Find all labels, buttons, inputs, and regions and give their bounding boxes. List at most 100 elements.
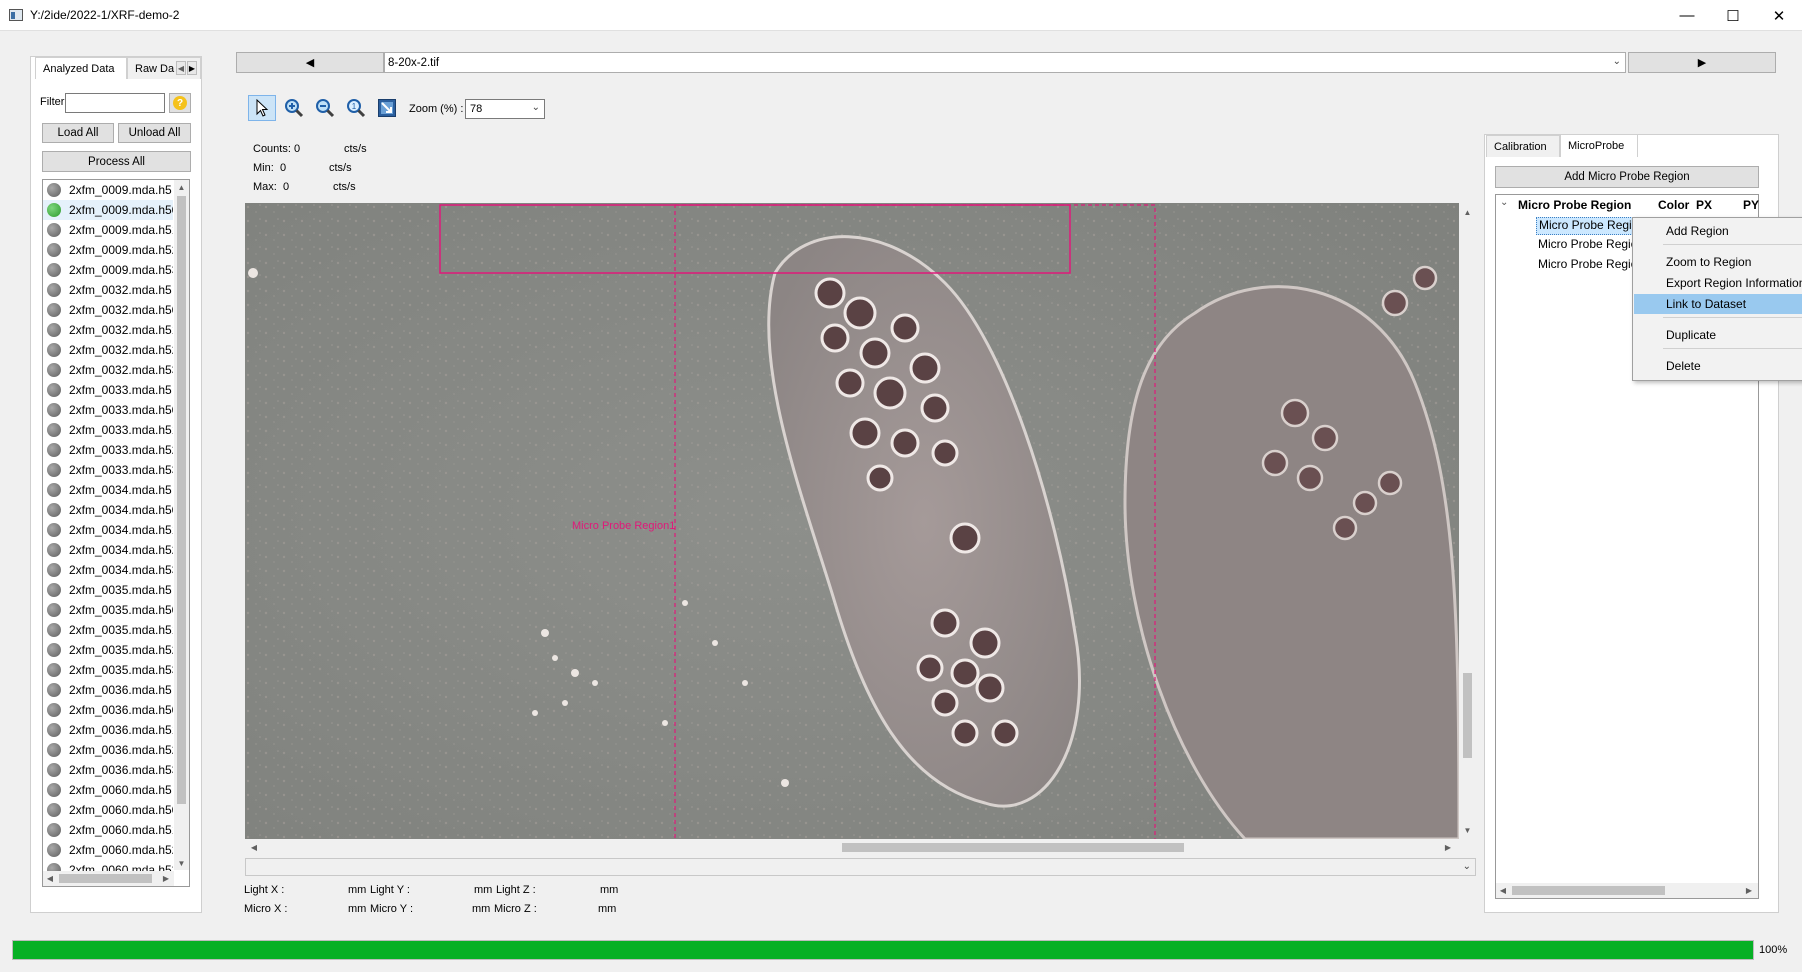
chevron-down-icon[interactable]: ⌄ (1500, 197, 1508, 208)
list-item[interactable]: 2xfm_0032.mda.h53 (43, 360, 173, 380)
scroll-down-icon[interactable]: ▼ (1459, 823, 1476, 837)
minimize-button[interactable]: — (1664, 0, 1710, 31)
list-item[interactable]: 2xfm_0036.mda.h5 (43, 680, 173, 700)
menu-add-region[interactable]: Add Region (1634, 221, 1802, 241)
list-item[interactable]: 2xfm_0034.mda.h51 (43, 520, 173, 540)
tab-scroll-left-icon[interactable]: ◀ (176, 61, 186, 75)
scroll-up-icon[interactable]: ▲ (174, 180, 189, 194)
next-file-button[interactable]: ▶ (1628, 52, 1776, 73)
tree-hscroll[interactable]: ◀ ▶ (1496, 883, 1758, 898)
list-item[interactable]: 2xfm_0035.mda.h52 (43, 640, 173, 660)
list-item[interactable]: 2xfm_0033.mda.h5 (43, 380, 173, 400)
filter-help-button[interactable]: ? (169, 93, 191, 113)
list-item[interactable]: 2xfm_0033.mda.h52 (43, 440, 173, 460)
list-item[interactable]: 2xfm_0033.mda.h53 (43, 460, 173, 480)
list-item[interactable]: 2xfm_0033.mda.h50 (43, 400, 173, 420)
scroll-right-icon[interactable]: ▶ (1742, 883, 1756, 898)
tree-hscroll-thumb[interactable] (1512, 886, 1665, 895)
zoom-out-button[interactable] (311, 95, 339, 121)
image-hscroll-thumb[interactable] (842, 843, 1184, 852)
menu-link-to-dataset[interactable]: Link to Dataset (1634, 294, 1802, 314)
menu-duplicate[interactable]: Duplicate (1634, 325, 1802, 345)
scroll-down-icon[interactable]: ▼ (174, 856, 189, 870)
image-vscroll-thumb[interactable] (1463, 673, 1472, 758)
fit-to-window-button[interactable] (373, 95, 401, 121)
list-item[interactable]: 2xfm_0060.mda.h52 (43, 840, 173, 860)
file-name: 2xfm_0032.mda.h5 (69, 283, 172, 297)
tab-calibration[interactable]: Calibration (1486, 135, 1560, 157)
filter-input[interactable] (65, 93, 165, 113)
scroll-left-icon[interactable]: ◀ (1496, 883, 1510, 898)
zoom-reset-button[interactable]: 1 (342, 95, 370, 121)
scroll-right-icon[interactable]: ▶ (159, 871, 173, 886)
micro-y-label: Micro Y : (370, 903, 413, 915)
file-list-hscroll[interactable]: ◀ ▶ (43, 871, 174, 886)
zoom-in-icon (285, 99, 304, 118)
menu-zoom-to-region[interactable]: Zoom to Region (1634, 252, 1802, 272)
scroll-up-icon[interactable]: ▲ (1459, 205, 1476, 219)
list-item[interactable]: 2xfm_0060.mda.h51 (43, 820, 173, 840)
list-item[interactable]: 2xfm_0009.mda.h53 (43, 260, 173, 280)
unload-all-button[interactable]: Unload All (118, 123, 191, 143)
file-name: 2xfm_0035.mda.h52 (69, 643, 173, 657)
file-list[interactable]: 2xfm_0009.mda.h5 2xfm_0009.mda.h50 2xfm_00… (42, 179, 190, 887)
svg-text:1: 1 (352, 102, 357, 111)
scroll-left-icon[interactable]: ◀ (247, 839, 261, 856)
list-item[interactable]: 2xfm_0009.mda.h52 (43, 240, 173, 260)
list-item[interactable]: 2xfm_0060.mda.h50 (43, 800, 173, 820)
menu-export-region-information[interactable]: Export Region Information (1634, 273, 1802, 293)
hscroll-thumb[interactable] (59, 874, 152, 883)
close-button[interactable]: ✕ (1756, 0, 1802, 31)
list-item[interactable]: 2xfm_0036.mda.h50 (43, 700, 173, 720)
list-item[interactable]: 2xfm_0009.mda.h5 (43, 180, 173, 200)
list-item[interactable]: 2xfm_0032.mda.h5 (43, 280, 173, 300)
list-item[interactable]: 2xfm_0032.mda.h52 (43, 340, 173, 360)
image-hscroll[interactable]: ◀ ▶ (245, 839, 1459, 856)
list-item[interactable]: 2xfm_0034.mda.h52 (43, 540, 173, 560)
tab-scroll-right-icon[interactable]: ▶ (187, 61, 197, 75)
list-item[interactable]: 2xfm_0035.mda.h5 (43, 580, 173, 600)
filter-label: Filter (40, 96, 65, 108)
process-all-button[interactable]: Process All (42, 151, 191, 172)
file-name: 2xfm_0033.mda.h52 (69, 443, 173, 457)
status-dot-icon (47, 383, 61, 397)
pointer-tool-button[interactable] (248, 95, 276, 121)
zoom-in-button[interactable] (280, 95, 308, 121)
add-micro-probe-region-button[interactable]: Add Micro Probe Region (1495, 166, 1759, 188)
list-item[interactable]: 2xfm_0009.mda.h51 (43, 220, 173, 240)
scroll-left-icon[interactable]: ◀ (43, 871, 57, 886)
microscope-image[interactable]: Micro Probe Region1 (245, 203, 1459, 839)
tab-analyzed-data[interactable]: Analyzed Data (35, 57, 127, 79)
file-list-vscroll[interactable]: ▲ ▼ (174, 180, 189, 870)
list-item[interactable]: 2xfm_0035.mda.h51 (43, 620, 173, 640)
list-item[interactable]: 2xfm_0034.mda.h5 (43, 480, 173, 500)
list-item[interactable]: 2xfm_0060.mda.h5 (43, 780, 173, 800)
menu-separator (1663, 317, 1802, 318)
prev-file-button[interactable]: ◀ (236, 52, 384, 73)
load-all-button[interactable]: Load All (42, 123, 114, 143)
list-item[interactable]: 2xfm_0034.mda.h53 (43, 560, 173, 580)
scroll-right-icon[interactable]: ▶ (1441, 839, 1455, 856)
list-item[interactable]: 2xfm_0032.mda.h51 (43, 320, 173, 340)
image-vscroll[interactable]: ▲ ▼ (1459, 203, 1476, 839)
list-item[interactable]: 2xfm_0036.mda.h51 (43, 720, 173, 740)
tab-microprobe[interactable]: MicroProbe (1560, 134, 1638, 157)
list-item[interactable]: 2xfm_0033.mda.h51 (43, 420, 173, 440)
menu-delete[interactable]: Delete (1634, 356, 1802, 376)
list-item[interactable]: 2xfm_0036.mda.h53 (43, 760, 173, 780)
chevron-down-icon[interactable]: ⌄ (1463, 861, 1471, 872)
zoom-select[interactable]: 78 ⌄ (465, 99, 545, 119)
maximize-button[interactable]: ☐ (1710, 0, 1756, 31)
list-item[interactable]: 2xfm_0032.mda.h50 (43, 300, 173, 320)
file-select[interactable]: 8-20x-2.tif ⌄ (384, 52, 1626, 73)
list-item[interactable]: 2xfm_0035.mda.h53 (43, 660, 173, 680)
list-item[interactable]: 2xfm_0009.mda.h50 (43, 200, 173, 220)
status-dot-icon (47, 603, 61, 617)
list-item[interactable]: 2xfm_0034.mda.h50 (43, 500, 173, 520)
status-dot-icon (47, 203, 61, 217)
file-name: 2xfm_0034.mda.h53 (69, 563, 173, 577)
status-dot-icon (47, 823, 61, 837)
scroll-thumb[interactable] (177, 196, 186, 804)
list-item[interactable]: 2xfm_0035.mda.h50 (43, 600, 173, 620)
list-item[interactable]: 2xfm_0036.mda.h52 (43, 740, 173, 760)
